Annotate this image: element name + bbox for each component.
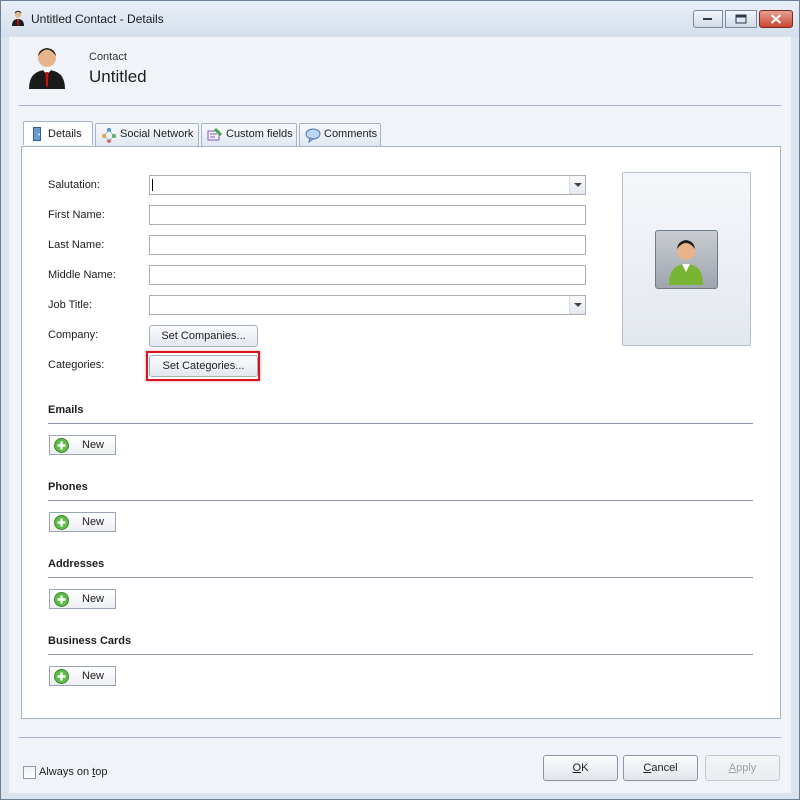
tab-social-network[interactable]: Social Network bbox=[95, 123, 199, 146]
custom-fields-icon bbox=[207, 127, 223, 143]
contact-avatar-icon bbox=[25, 45, 69, 89]
phones-divider bbox=[48, 500, 753, 501]
contact-person-icon bbox=[10, 10, 26, 26]
ok-button[interactable]: OK bbox=[543, 755, 618, 781]
header-divider bbox=[19, 105, 781, 106]
add-green-icon bbox=[54, 515, 69, 530]
job-title-dropdown-button[interactable] bbox=[569, 296, 585, 314]
add-green-icon bbox=[54, 669, 69, 684]
close-button[interactable] bbox=[759, 10, 793, 28]
first-name-label: First Name: bbox=[48, 209, 105, 221]
business-cards-divider bbox=[48, 654, 753, 655]
add-green-icon bbox=[54, 438, 69, 453]
window-title: Untitled Contact - Details bbox=[31, 12, 164, 26]
job-title-label: Job Title: bbox=[48, 299, 93, 311]
apply-accesskey: A bbox=[728, 762, 737, 774]
text-caret bbox=[152, 179, 153, 191]
apply-label-rest: pply bbox=[736, 762, 757, 774]
always-on-top-text-post: op bbox=[95, 766, 108, 778]
emails-section-title: Emails bbox=[48, 404, 84, 416]
set-categories-button[interactable]: Set Categories... bbox=[149, 355, 258, 377]
chevron-down-icon bbox=[574, 183, 582, 187]
apply-button[interactable]: Apply bbox=[705, 755, 780, 781]
maximize-button[interactable] bbox=[725, 10, 757, 28]
last-name-field[interactable] bbox=[149, 235, 586, 255]
tab-comments-label: Comments bbox=[324, 128, 378, 140]
set-companies-button[interactable]: Set Companies... bbox=[149, 325, 258, 347]
new-phone-label: New bbox=[82, 516, 105, 528]
dialog-content: Contact Untitled Details Social Network … bbox=[9, 37, 791, 793]
business-cards-section-title: Business Cards bbox=[48, 635, 132, 647]
company-label: Company: bbox=[48, 329, 99, 341]
last-name-label: Last Name: bbox=[48, 239, 105, 251]
tab-custom-fields[interactable]: Custom fields bbox=[201, 123, 297, 146]
addresses-divider bbox=[48, 577, 753, 578]
cancel-button[interactable]: Cancel bbox=[623, 755, 698, 781]
tab-custom-fields-label: Custom fields bbox=[226, 128, 293, 140]
tab-comments[interactable]: Comments bbox=[299, 123, 381, 146]
always-on-top-label[interactable]: Always on top bbox=[39, 766, 108, 778]
minimize-button[interactable] bbox=[693, 10, 723, 28]
details-panel: Salutation: First Name: Last Name: Middl… bbox=[21, 146, 781, 719]
job-title-combobox[interactable] bbox=[149, 295, 586, 315]
ok-label-rest: K bbox=[581, 762, 589, 774]
record-type-label: Contact bbox=[89, 51, 127, 63]
contact-photo-frame[interactable] bbox=[622, 172, 751, 346]
first-name-field[interactable] bbox=[149, 205, 586, 225]
new-address-button[interactable]: New bbox=[49, 589, 116, 609]
chevron-down-icon bbox=[574, 303, 582, 307]
add-green-icon bbox=[54, 592, 69, 607]
emails-divider bbox=[48, 423, 753, 424]
person-placeholder-icon bbox=[669, 240, 703, 285]
new-address-label: New bbox=[82, 593, 105, 605]
photo-placeholder bbox=[655, 230, 718, 289]
tab-social-network-label: Social Network bbox=[120, 128, 194, 140]
tab-details-label: Details bbox=[48, 128, 82, 140]
new-email-button[interactable]: New bbox=[49, 435, 116, 455]
middle-name-field[interactable] bbox=[149, 265, 586, 285]
middle-name-label: Middle Name: bbox=[48, 269, 116, 281]
contact-name-title: Untitled bbox=[89, 67, 147, 86]
salutation-label: Salutation: bbox=[48, 179, 100, 191]
always-on-top-checkbox[interactable] bbox=[23, 766, 36, 779]
door-icon bbox=[29, 126, 45, 142]
new-email-label: New bbox=[82, 439, 105, 451]
always-on-top-text-pre: Always on bbox=[39, 766, 93, 778]
comment-bubble-icon bbox=[305, 127, 321, 144]
phones-section-title: Phones bbox=[48, 481, 88, 493]
new-phone-button[interactable]: New bbox=[49, 512, 116, 532]
salutation-dropdown-button[interactable] bbox=[569, 176, 585, 194]
ok-accesskey: O bbox=[572, 762, 582, 774]
title-bar[interactable]: Untitled Contact - Details bbox=[1, 1, 799, 37]
new-business-card-label: New bbox=[82, 670, 105, 682]
new-business-card-button[interactable]: New bbox=[49, 666, 116, 686]
social-network-icon bbox=[101, 127, 117, 143]
contact-details-window: Untitled Contact - Details Contact Untit… bbox=[0, 0, 800, 800]
footer-divider bbox=[19, 737, 781, 738]
addresses-section-title: Addresses bbox=[48, 558, 105, 570]
cancel-label-rest: ancel bbox=[651, 762, 678, 774]
salutation-combobox[interactable] bbox=[149, 175, 586, 195]
categories-label: Categories: bbox=[48, 359, 105, 371]
tab-details[interactable]: Details bbox=[23, 121, 93, 145]
